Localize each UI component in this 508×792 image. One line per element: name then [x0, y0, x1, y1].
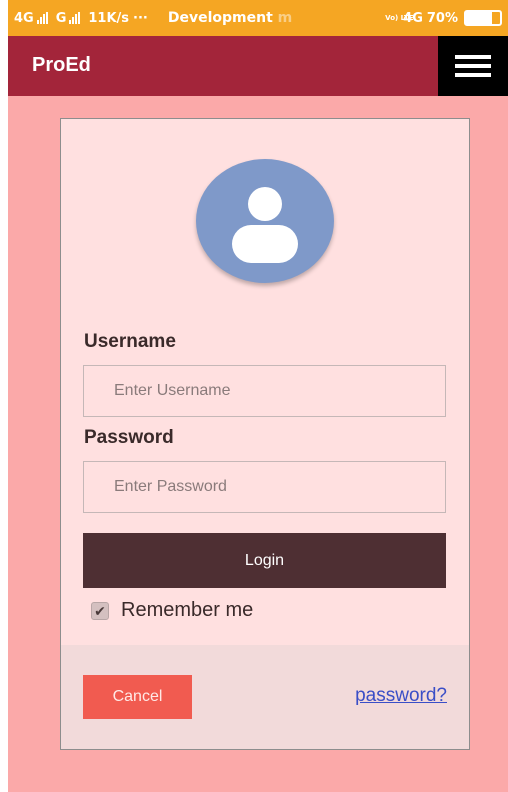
- more-notifications-icon: ···: [133, 10, 148, 26]
- remember-me-checkbox[interactable]: ✔: [91, 601, 109, 620]
- username-input[interactable]: [83, 365, 446, 417]
- notification-title-text: Development: [167, 10, 273, 26]
- network-type-3: 4G: [403, 10, 423, 26]
- battery-icon: [464, 10, 502, 26]
- network-indicator-1: 4G: [14, 11, 48, 26]
- card-footer: Cancel password?: [61, 645, 469, 749]
- status-bar: 4G G 11K/s ··· Development m Vo) LTE 4G …: [8, 0, 508, 36]
- app-bar: ProEd: [8, 36, 508, 96]
- battery-percent: 70%: [426, 10, 458, 26]
- login-card: Username Password Login ✔ Remember me Ca…: [60, 118, 470, 750]
- signal-bars-icon: [69, 12, 81, 24]
- status-right: Vo) LTE 4G 70%: [385, 10, 502, 26]
- user-silhouette-icon: [232, 187, 298, 263]
- forgot-password-link[interactable]: password?: [355, 685, 447, 707]
- notification-title-fade: m: [277, 10, 293, 26]
- password-input[interactable]: [83, 461, 446, 513]
- brand-title: ProEd: [32, 54, 91, 76]
- remember-me-label[interactable]: Remember me: [121, 599, 253, 622]
- volte-icon: Vo) LTE: [385, 13, 414, 22]
- hamburger-menu-icon[interactable]: [438, 36, 508, 96]
- login-button[interactable]: Login: [83, 533, 446, 588]
- remember-me-row: ✔ Remember me: [91, 599, 253, 622]
- user-avatar-icon: [196, 159, 334, 283]
- username-label: Username: [84, 331, 176, 352]
- network-type-1: 4G: [14, 10, 34, 26]
- notification-title: Development m: [168, 10, 292, 26]
- network-speed: 11K/s: [88, 10, 130, 26]
- signal-bars-icon: [36, 12, 48, 24]
- password-label: Password: [84, 427, 174, 448]
- network-indicator-2: G: [56, 11, 81, 26]
- network-type-2: G: [55, 10, 67, 26]
- cancel-button[interactable]: Cancel: [83, 675, 192, 719]
